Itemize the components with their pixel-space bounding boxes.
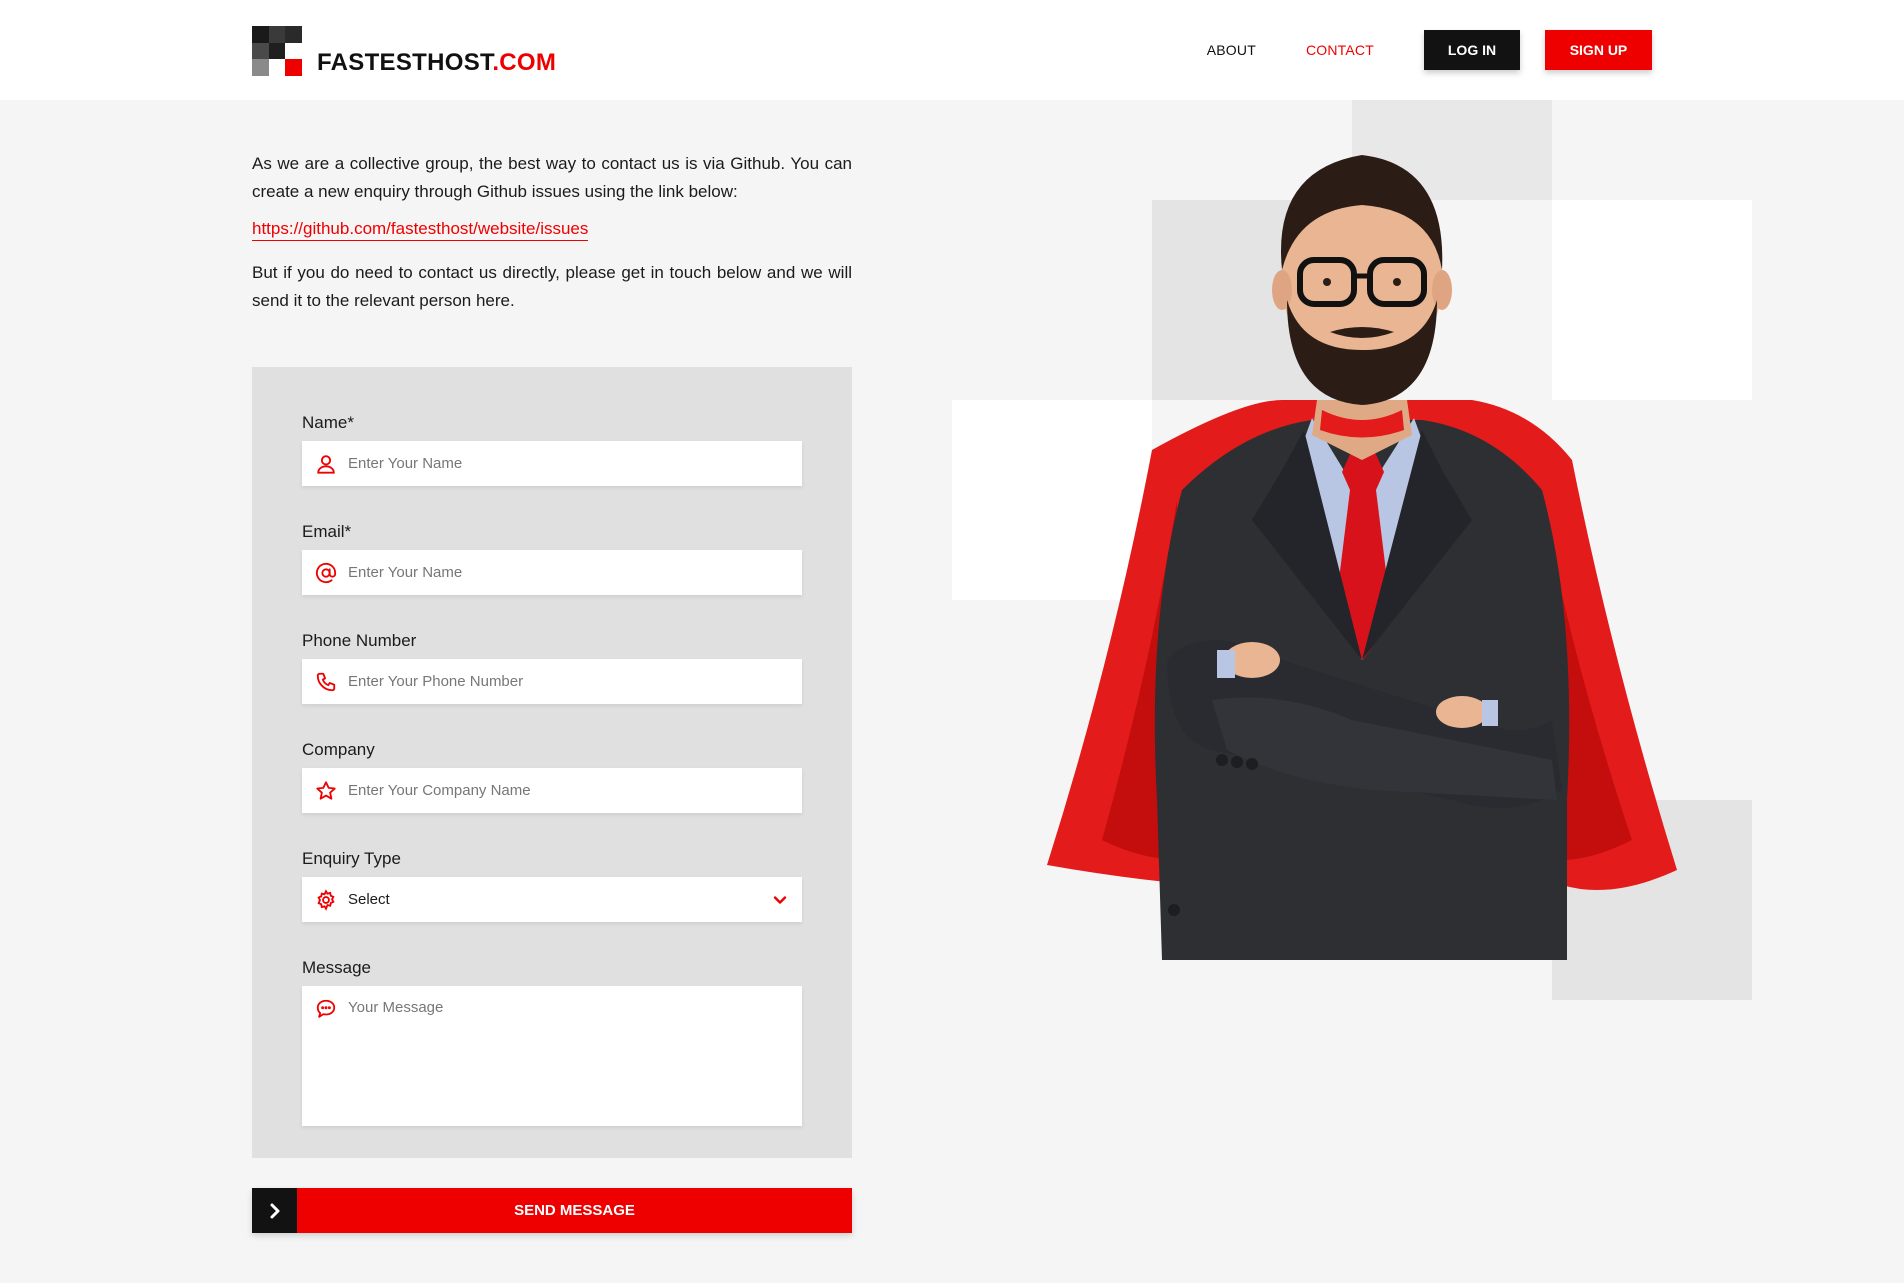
enquiry-type-value: Select xyxy=(348,891,390,908)
company-input[interactable] xyxy=(348,770,778,811)
nav-contact[interactable]: CONTACT xyxy=(1306,42,1374,58)
company-label: Company xyxy=(302,740,375,759)
phone-icon xyxy=(314,670,338,694)
user-icon xyxy=(314,452,338,476)
intro-section: As we are a collective group, the best w… xyxy=(252,150,852,315)
intro-paragraph-2: But if you do need to contact us directl… xyxy=(252,263,852,310)
login-button[interactable]: LOG IN xyxy=(1424,30,1520,70)
phone-label: Phone Number xyxy=(302,631,417,650)
logo-suffix: .COM xyxy=(492,49,557,76)
nav-about[interactable]: ABOUT xyxy=(1207,42,1256,58)
message-field[interactable] xyxy=(302,986,802,1126)
chat-bubble-icon xyxy=(314,997,338,1021)
email-label: Email* xyxy=(302,522,352,541)
company-field[interactable] xyxy=(302,768,802,813)
gear-icon xyxy=(314,888,338,912)
email-field[interactable] xyxy=(302,550,802,595)
phone-input[interactable] xyxy=(348,661,778,702)
name-field[interactable] xyxy=(302,441,802,486)
enquiry-type-label: Enquiry Type xyxy=(302,849,401,868)
message-input[interactable] xyxy=(348,999,788,1119)
intro-paragraph-1: As we are a collective group, the best w… xyxy=(252,154,852,201)
signup-button[interactable]: SIGN UP xyxy=(1545,30,1652,70)
hero-illustration xyxy=(952,100,1752,1000)
enquiry-type-select[interactable]: Select xyxy=(302,877,802,922)
email-input[interactable] xyxy=(348,552,778,593)
send-message-label: SEND MESSAGE xyxy=(297,1188,852,1233)
site-logo[interactable]: FASTESTHOST.COM xyxy=(252,24,556,76)
chevron-down-icon xyxy=(770,890,790,910)
at-icon xyxy=(314,561,338,585)
github-issues-link[interactable]: https://github.com/fastesthost/website/i… xyxy=(252,218,589,241)
logo-text: FASTESTHOST.COM xyxy=(317,49,557,76)
logo-mark-icon xyxy=(252,26,302,76)
star-icon xyxy=(314,779,338,803)
superhero-businessman-image xyxy=(1047,155,1677,960)
name-input[interactable] xyxy=(348,443,778,484)
name-label: Name* xyxy=(302,413,354,432)
main-nav: ABOUT CONTACT LOG IN SIGN UP xyxy=(1207,30,1652,70)
phone-field[interactable] xyxy=(302,659,802,704)
send-message-button[interactable]: SEND MESSAGE xyxy=(252,1188,852,1233)
contact-form: Name* Email* Phone Number Company Enquir… xyxy=(252,367,852,1158)
site-header: FASTESTHOST.COM ABOUT CONTACT LOG IN SIG… xyxy=(0,0,1904,100)
chevron-right-icon xyxy=(252,1188,297,1233)
message-label: Message xyxy=(302,958,371,977)
